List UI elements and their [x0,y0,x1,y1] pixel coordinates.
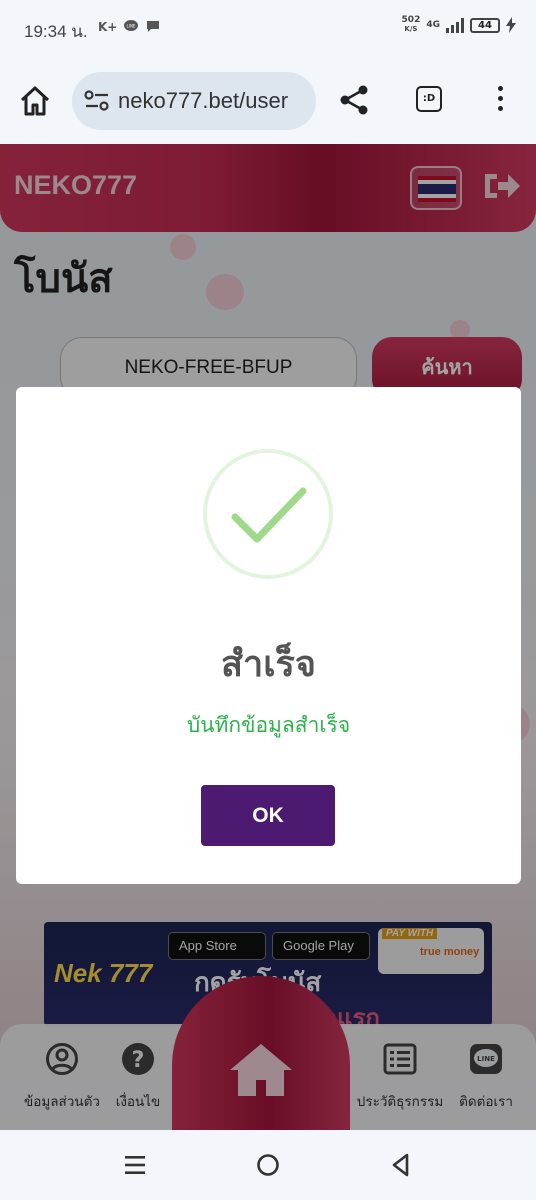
success-dialog: สำเร็จ บันทึกข้อมูลสำเร็จ OK [16,387,521,884]
clock: 19:34 น. [24,22,88,41]
line-icon: LINE [124,20,138,35]
chat-icon [146,20,160,36]
net-speed-unit: K/S [404,25,418,33]
browser-menu-icon[interactable] [492,86,508,116]
address-bar[interactable]: neko777.bet/user [72,72,316,130]
battery-icon: 44 [470,17,500,33]
kplus-icon: K+ [98,20,118,34]
system-home-icon[interactable] [255,1152,281,1178]
share-icon[interactable] [338,84,370,116]
url-text: neko777.bet/user [118,88,289,113]
browser-home-icon[interactable] [18,84,52,118]
net-speed: 502 K/S [402,16,421,34]
browser-toolbar: neko777.bet/user :D [0,58,536,144]
network-type: 4G [426,19,440,30]
charging-icon [506,17,516,33]
svg-text:LINE: LINE [127,24,136,29]
signal-icon [446,17,464,33]
status-bar: 19:34 น. K+ LINE 502 K/S 4G 44 [0,0,536,58]
site-settings-icon[interactable] [84,90,110,112]
ok-button[interactable]: OK [201,785,335,846]
recents-icon[interactable] [122,1152,148,1178]
net-speed-value: 502 [401,15,421,25]
system-nav-bar [0,1130,536,1200]
tab-switcher-button[interactable]: :D [416,86,442,112]
status-right: 502 K/S 4G 44 [402,16,516,34]
success-check-icon [203,449,333,579]
dialog-title: สำเร็จ [221,644,316,685]
dialog-message: บันทึกข้อมูลสำเร็จ [186,713,351,737]
back-icon[interactable] [388,1152,414,1178]
